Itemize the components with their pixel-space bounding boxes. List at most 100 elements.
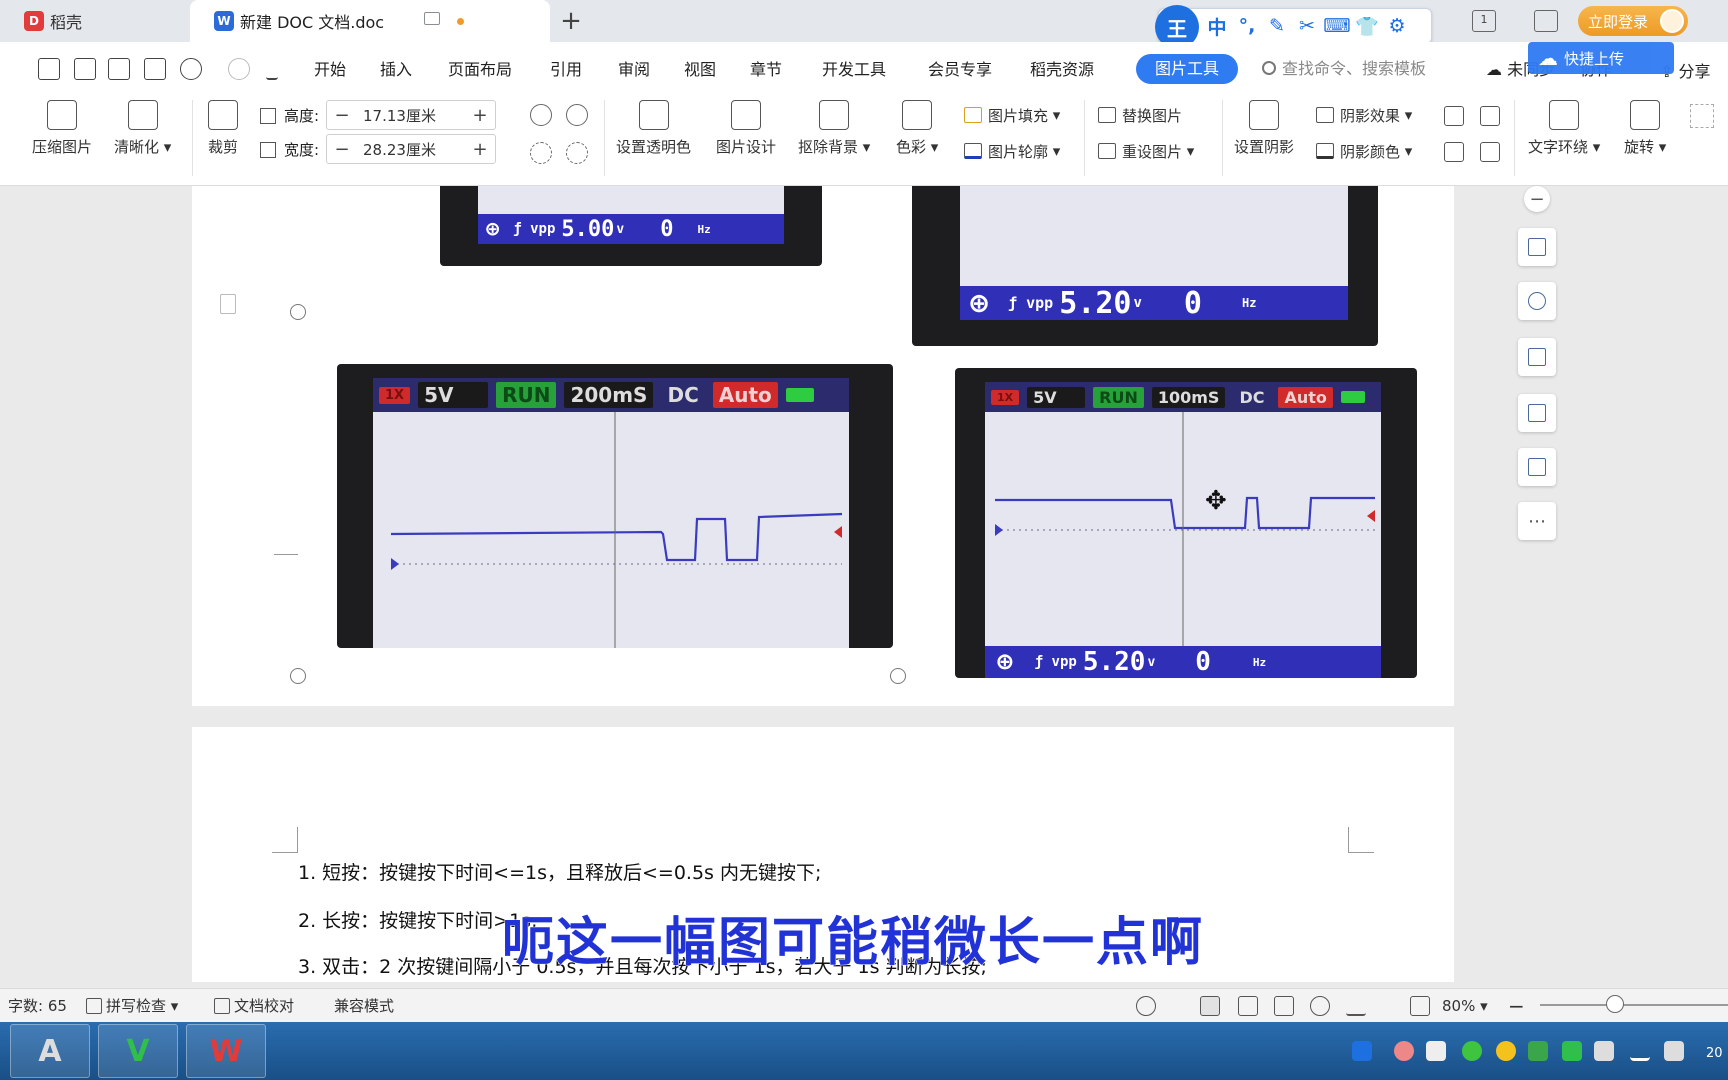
picture-convert-button[interactable] (1518, 394, 1556, 432)
clock[interactable]: 20 (1706, 1046, 1723, 1061)
crop-float-button[interactable] (1518, 338, 1556, 376)
replace-picture-button[interactable]: 替换图片 (1098, 102, 1182, 128)
ime-tray-icon[interactable] (1352, 1041, 1372, 1061)
menu-review[interactable]: 审阅 (618, 58, 650, 82)
ime-skin-icon[interactable]: 👕 (1355, 14, 1379, 38)
picture-fill-button[interactable]: 图片填充 ▾ (964, 102, 1060, 128)
command-search-input[interactable]: 查找命令、搜索模板 (1262, 56, 1452, 82)
ime-pen-icon[interactable]: ✎ (1265, 14, 1289, 38)
tab-picture-tools[interactable]: 图片工具 (1136, 54, 1238, 84)
list-item[interactable]: 1. 短按：按键按下时间<=1s，且释放后<=0.5s 内无键按下; (298, 858, 821, 885)
redo-icon[interactable] (228, 58, 250, 80)
new-tab-button[interactable]: + (556, 4, 586, 38)
picture-design-button[interactable]: 图片设计 (716, 100, 776, 157)
rotate-left-icon[interactable] (530, 104, 552, 126)
width-value[interactable]: 28.23厘米 (357, 139, 465, 160)
zoom-slider-track[interactable] (1540, 1004, 1728, 1006)
volume-tray-icon[interactable] (1664, 1041, 1684, 1061)
word-count[interactable]: 字数: 65 (8, 996, 67, 1016)
document-page-1[interactable]: ⊕ ƒ vpp 5.00 v 0 Hz ⊕ ƒ vpp 5.20 v 0 Hz (192, 186, 1454, 706)
clipboard-tray-icon[interactable] (1594, 1041, 1614, 1061)
eye-protection-icon[interactable] (1136, 996, 1156, 1016)
brightness-down-icon[interactable] (566, 142, 588, 164)
ime-mode-button[interactable]: 中 (1205, 14, 1229, 39)
menu-view[interactable]: 视图 (684, 58, 716, 82)
menu-chapter[interactable]: 章节 (750, 58, 782, 82)
set-shadow-button[interactable]: 设置阴影 (1234, 100, 1294, 157)
flower-tray-icon[interactable] (1394, 1041, 1414, 1061)
customize-quick-access-icon[interactable] (266, 58, 278, 80)
picture-translate-button[interactable] (1518, 448, 1556, 486)
shadow-color-button[interactable]: 阴影颜色 ▾ (1316, 138, 1412, 164)
print-preview-icon[interactable] (144, 58, 166, 80)
shadow-up-icon[interactable] (1444, 106, 1464, 126)
zoom-out-button[interactable]: − (1508, 996, 1525, 1016)
oscilloscope-image-top-left[interactable]: ⊕ ƒ vpp 5.00 v 0 Hz (440, 186, 822, 266)
undo-icon[interactable] (180, 58, 202, 80)
menu-start[interactable]: 开始 (314, 58, 346, 82)
autocad-app-icon[interactable]: A (10, 1024, 90, 1078)
outline-view-icon[interactable] (1238, 996, 1258, 1016)
menu-insert[interactable]: 插入 (380, 58, 412, 82)
keil-app-icon[interactable]: V (98, 1024, 178, 1078)
rotate-right-icon[interactable] (566, 104, 588, 126)
set-transparent-color-button[interactable]: 设置透明色 (616, 100, 691, 157)
ime-settings-icon[interactable]: ⚙ (1385, 14, 1409, 38)
document-proofread-button[interactable]: 文档校对 (214, 996, 294, 1016)
image-resize-handle[interactable] (290, 668, 306, 684)
ime-scissors-icon[interactable]: ✂ (1295, 14, 1319, 38)
shadow-effect-button[interactable]: 阴影效果 ▾ (1316, 102, 1412, 128)
menu-page-layout[interactable]: 页面布局 (448, 58, 512, 82)
shadow-right-icon[interactable] (1480, 142, 1500, 162)
brightness-up-icon[interactable] (530, 142, 552, 164)
write-mode-icon[interactable] (1346, 996, 1366, 1016)
height-increase-button[interactable]: + (465, 105, 495, 126)
wps-app-icon[interactable]: W (186, 1024, 266, 1078)
width-field[interactable]: − 28.23厘米 + (326, 134, 496, 164)
oscilloscope-image-top-right[interactable]: ⊕ ƒ vpp 5.20 v 0 Hz (912, 186, 1378, 346)
width-decrease-button[interactable]: − (327, 139, 357, 160)
menu-daoke-resources[interactable]: 稻壳资源 (1030, 58, 1094, 82)
document-canvas[interactable]: ⊕ ƒ vpp 5.00 v 0 Hz ⊕ ƒ vpp 5.20 v 0 Hz (0, 186, 1728, 982)
zoom-level[interactable]: 80% ▾ (1442, 996, 1488, 1016)
layout-options-button[interactable] (1518, 228, 1556, 266)
reading-view-icon[interactable] (1274, 996, 1294, 1016)
color-button[interactable]: 色彩 ▾ (896, 100, 938, 157)
zoom-slider-thumb[interactable] (1606, 995, 1624, 1013)
spell-check-button[interactable]: 拼写检查 ▾ (86, 996, 178, 1016)
height-field[interactable]: − 17.13厘米 + (326, 100, 496, 130)
web-view-icon[interactable] (1310, 996, 1330, 1016)
height-decrease-button[interactable]: − (327, 105, 357, 126)
text-wrap-button[interactable]: 文字环绕 ▾ (1528, 100, 1600, 157)
more-options-button[interactable]: ⋯ (1518, 502, 1556, 540)
clarify-button[interactable]: 清晰化 ▾ (114, 100, 171, 157)
crop-button[interactable]: 裁剪 (208, 100, 238, 157)
height-value[interactable]: 17.13厘米 (357, 105, 465, 126)
image-resize-handle[interactable] (290, 304, 306, 320)
remove-background-button[interactable]: 抠除背景 ▾ (798, 100, 870, 157)
align-icon[interactable] (1690, 104, 1714, 128)
oscilloscope-image-bottom-left[interactable]: 1X 5V RUN 200mS DC Auto (337, 364, 893, 648)
tab-daoke[interactable]: D 稻壳 (0, 0, 188, 42)
image-resize-handle[interactable] (890, 668, 906, 684)
shadow-down-icon[interactable] (1480, 106, 1500, 126)
plus-tray-icon[interactable] (1496, 1041, 1516, 1061)
network-tray-icon[interactable] (1630, 1041, 1650, 1061)
menu-references[interactable]: 引用 (550, 58, 582, 82)
login-button[interactable]: 立即登录 (1578, 6, 1688, 36)
print-icon[interactable] (108, 58, 130, 80)
menu-developer[interactable]: 开发工具 (822, 58, 886, 82)
shadow-left-icon[interactable] (1444, 142, 1464, 162)
tab-document[interactable]: W 新建 DOC 文档.doc (190, 0, 550, 42)
cloud-tray-icon[interactable] (1426, 1041, 1446, 1061)
usb-tray-icon[interactable] (1562, 1041, 1582, 1061)
ime-keyboard-icon[interactable]: ⌨ (1323, 14, 1350, 38)
save-icon[interactable] (38, 58, 60, 80)
export-icon[interactable] (74, 58, 96, 80)
collapse-button[interactable]: − (1524, 186, 1550, 212)
oscilloscope-image-bottom-right[interactable]: 1X 5V RUN 100mS DC Auto ⊕ ƒ vpp 5.20 v 0… (955, 368, 1417, 678)
rotate-button[interactable]: 旋转 ▾ (1624, 100, 1666, 157)
zoom-in-button[interactable] (1518, 282, 1556, 320)
paragraph-layout-icon[interactable] (220, 294, 236, 314)
width-increase-button[interactable]: + (465, 139, 495, 160)
